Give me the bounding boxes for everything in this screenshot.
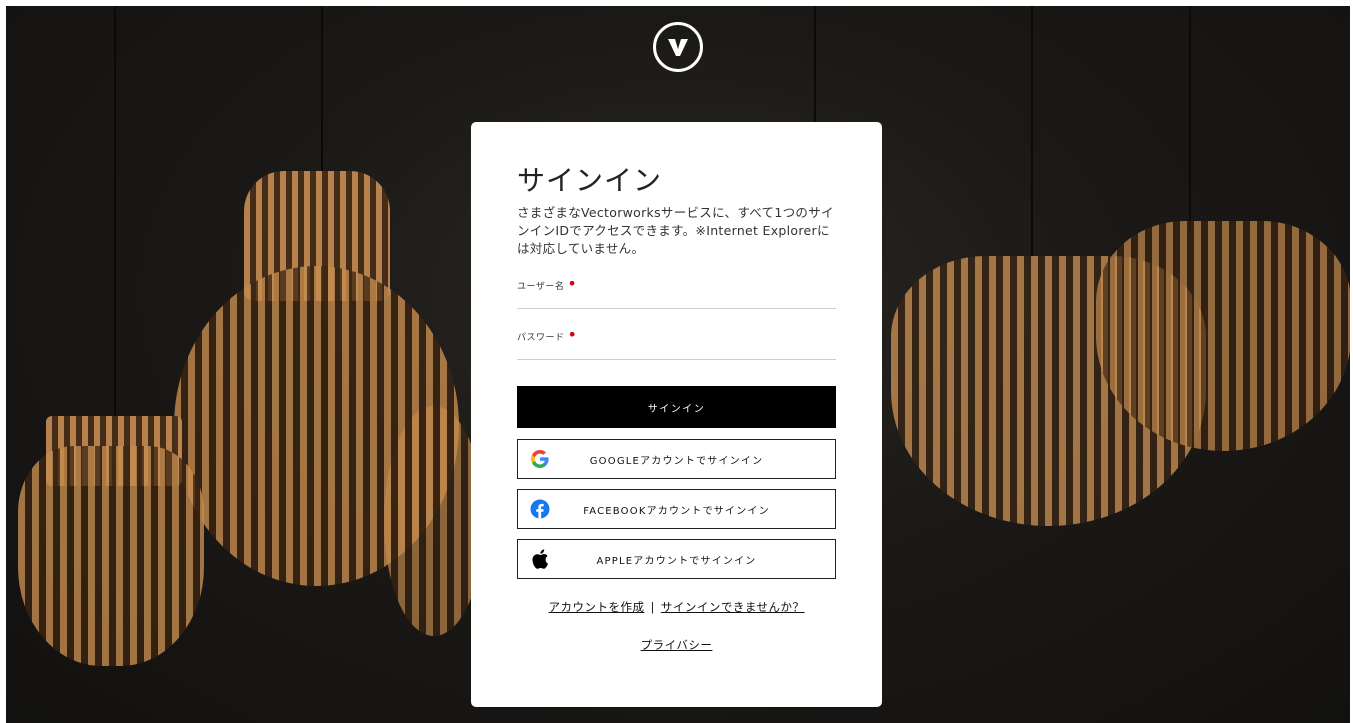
privacy-link[interactable]: プライバシー xyxy=(641,638,713,652)
privacy-row: プライバシー xyxy=(517,637,836,653)
facebook-icon xyxy=(530,499,550,519)
account-links: アカウントを作成 | サインインできませんか？ xyxy=(517,599,836,615)
signin-card: サインイン さまざまなVectorworksサービスに、すべて1つのサインインI… xyxy=(471,122,882,707)
lamp-cord xyxy=(321,6,323,186)
lamp-shade xyxy=(384,406,484,636)
lamp-shade xyxy=(18,446,204,666)
lamp-shade xyxy=(1096,221,1350,451)
vectorworks-logo-glyph xyxy=(668,39,688,56)
password-input[interactable] xyxy=(517,339,836,357)
username-field: ユーザー名 • xyxy=(517,274,836,309)
apple-signin-label: APPLEアカウントでサインイン xyxy=(596,555,757,567)
lamp-cord xyxy=(1189,6,1191,236)
apple-signin-button[interactable]: APPLEアカウントでサインイン xyxy=(517,539,836,579)
vectorworks-logo-icon[interactable] xyxy=(653,22,703,72)
facebook-signin-button[interactable]: FACEBOOKアカウントでサインイン xyxy=(517,489,836,529)
create-account-link[interactable]: アカウントを作成 xyxy=(548,600,644,614)
google-signin-button[interactable]: GOOGLEアカウントでサインイン xyxy=(517,439,836,479)
apple-icon xyxy=(530,549,550,569)
cannot-signin-link[interactable]: サインインできませんか？ xyxy=(661,600,805,614)
signin-description: さまざまなVectorworksサービスに、すべて1つのサインインIDでアクセス… xyxy=(517,205,834,256)
link-separator: | xyxy=(650,600,655,614)
lamp-cord xyxy=(814,6,816,126)
facebook-signin-label: FACEBOOKアカウントでサインイン xyxy=(583,505,770,517)
google-icon xyxy=(530,449,550,469)
page-title: サインイン xyxy=(517,164,663,197)
lamp-cord xyxy=(114,6,116,426)
lamp-cord xyxy=(1031,6,1033,266)
username-input[interactable] xyxy=(517,288,836,306)
password-field: パスワード • xyxy=(517,325,836,360)
google-signin-label: GOOGLEアカウントでサインイン xyxy=(589,455,764,467)
signin-button[interactable]: サインイン xyxy=(517,386,836,428)
